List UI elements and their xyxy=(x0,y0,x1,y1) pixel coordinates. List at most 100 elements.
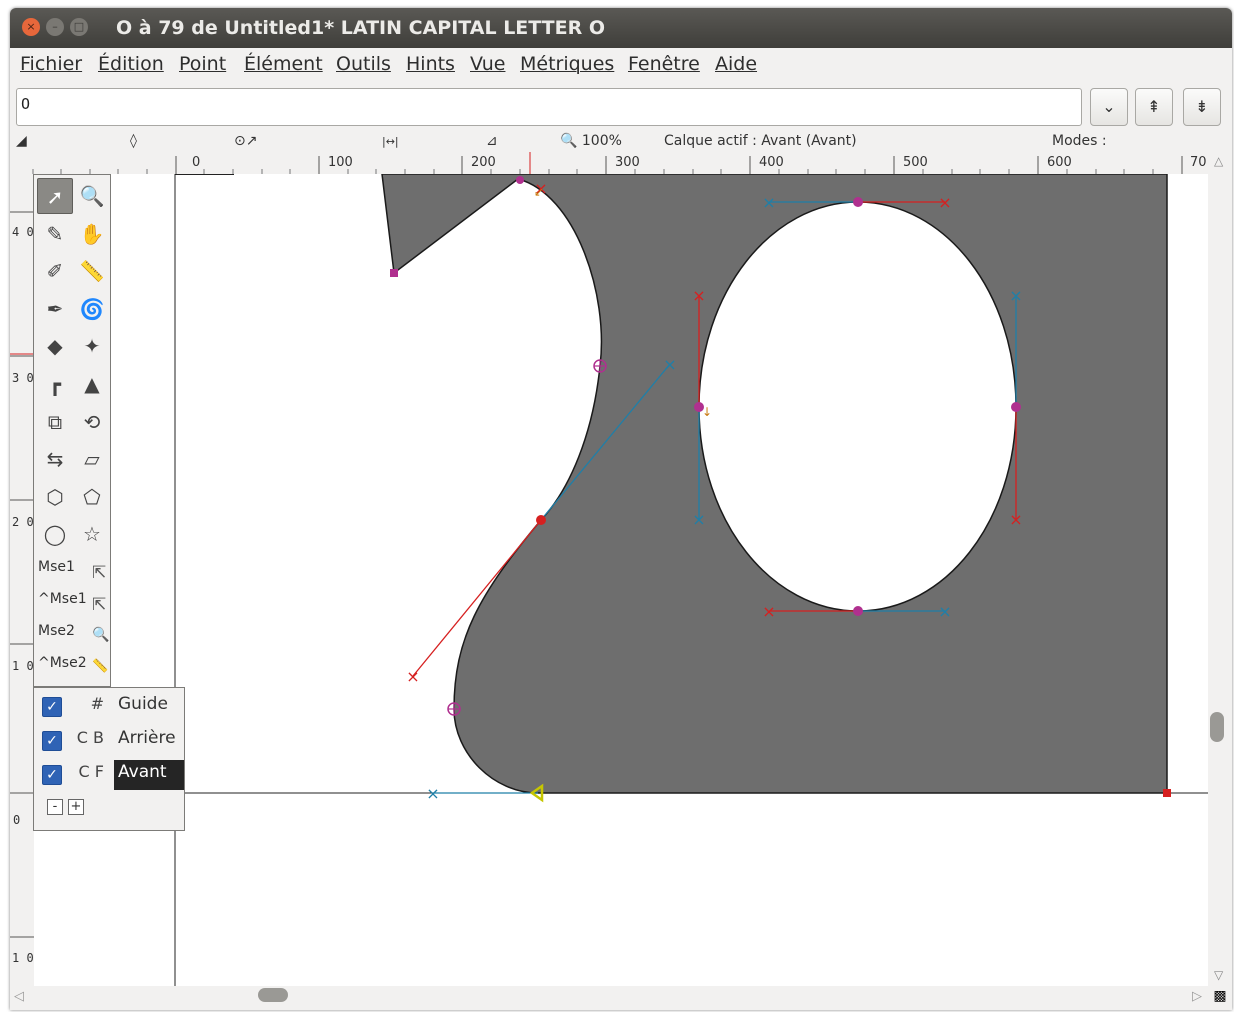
vruler-label-400: 4 0 0 xyxy=(12,225,34,239)
angle-icon: ⊿ xyxy=(486,133,498,149)
layer-name-active[interactable]: Avant xyxy=(114,760,184,790)
scale-icon[interactable]: ⧉ xyxy=(37,404,73,440)
horizontal-scrollbar[interactable]: ◁ ▷ xyxy=(10,986,1208,1010)
layer-name[interactable]: Guide xyxy=(114,692,172,722)
scroll-down-icon[interactable]: ▽ xyxy=(1214,968,1223,982)
svg-text:×: × xyxy=(938,193,951,212)
layer-name[interactable]: Arrière xyxy=(114,726,180,756)
horizontal-ruler-ticks: 0 100 200 300 400 500 600 70 xyxy=(32,152,1207,174)
ctrl-mouse2-ruler-icon: 📏 xyxy=(92,659,109,674)
menu-fenetre[interactable]: Fenêtre xyxy=(628,53,700,75)
glyph-dropdown-button[interactable]: ⌄ xyxy=(1090,88,1128,126)
glyph-name-input[interactable]: O xyxy=(16,88,1082,126)
vruler-label-300: 3 0 0 xyxy=(12,371,34,385)
menu-edition[interactable]: Édition xyxy=(98,53,164,75)
hruler-label-100: 100 xyxy=(328,155,353,170)
svg-text:×: × xyxy=(762,193,775,212)
3d-rotate-icon[interactable]: ⬡ xyxy=(37,479,73,515)
menu-hints[interactable]: Hints xyxy=(406,53,455,75)
close-window-button[interactable]: × xyxy=(22,18,40,36)
mouse2-magnify-icon: 🔍 xyxy=(92,627,110,643)
hruler-label-400: 400 xyxy=(759,155,784,170)
menu-point[interactable]: Point xyxy=(179,53,226,75)
menu-fichier[interactable]: Fichier xyxy=(20,53,82,75)
flip-icon[interactable]: ⇆ xyxy=(37,441,73,477)
layer-code: C F xyxy=(78,762,104,781)
maximize-window-button[interactable]: □ xyxy=(70,18,88,36)
glyph-outline-svg[interactable]: × × × × × × × × × × × × ↙ ↓ xyxy=(34,174,1208,986)
mouse2-label: Mse2 xyxy=(38,623,75,639)
layer-visible-checkbox[interactable]: ✓ xyxy=(42,765,62,785)
layer-code: # xyxy=(90,694,104,713)
title-bar: × – □ O à 79 de Untitled1* LATIN CAPITAL… xyxy=(10,8,1232,48)
ctrl-mouse1-label: ^Mse1 xyxy=(38,591,87,607)
star-icon[interactable]: ☆ xyxy=(74,516,110,552)
glyph-fill[interactable] xyxy=(381,174,1168,794)
hruler-label-600: 600 xyxy=(1047,155,1072,170)
scroll-right-icon[interactable]: ▷ xyxy=(1192,989,1202,1004)
curve-point-icon[interactable]: ◆ xyxy=(37,328,73,364)
scroll-up-icon[interactable]: △ xyxy=(1214,154,1223,168)
distance-icon: ⊙↗ xyxy=(234,133,258,149)
menu-aide[interactable]: Aide xyxy=(715,53,757,75)
svg-text:↓: ↓ xyxy=(702,405,712,419)
ruler-icon[interactable]: 📏 xyxy=(74,253,110,289)
ctrl-mouse1-pointer-icon: ⇱ xyxy=(92,595,107,615)
layer-row-avant[interactable]: ✓ C F Avant xyxy=(34,758,184,790)
add-layer-button[interactable]: + xyxy=(68,799,84,815)
menu-vue[interactable]: Vue xyxy=(470,53,505,75)
knife-icon[interactable]: ✐ xyxy=(37,253,73,289)
glyph-canvas[interactable]: × × × × × × × × × × × × ↙ ↓ xyxy=(34,174,1208,986)
tool-palette: ➚ 🔍 ✎ ✋ ✐ 📏 ✒ 🌀 ◆ ✦ ┏ ▲ ⧉ ⟲ ⇆ ▱ ⬡ ⬠ ◯ ☆ Mse1 ⇱ ^Mse1 ⇱ Mse2… xyxy=(33,174,111,687)
previous-glyph-button[interactable]: ⇞ xyxy=(1135,88,1173,126)
minimize-window-button[interactable]: – xyxy=(46,18,64,36)
nearest-point-icon: ◊ xyxy=(130,133,137,149)
vruler-label-0: 0 xyxy=(13,813,20,827)
menu-metriques[interactable]: Métriques xyxy=(520,53,614,75)
menu-element[interactable]: Élément xyxy=(244,53,323,75)
remove-layer-button[interactable]: - xyxy=(47,799,63,815)
svg-text:×: × xyxy=(692,286,705,305)
hv-curve-point-icon[interactable]: ✦ xyxy=(74,328,110,364)
hand-icon[interactable]: ✋ xyxy=(74,216,110,252)
mouse1-pointer-icon: ⇱ xyxy=(92,563,107,583)
menu-outils[interactable]: Outils xyxy=(336,53,391,75)
ellipse-icon[interactable]: ◯ xyxy=(37,516,73,552)
hruler-label-700: 70 xyxy=(1190,155,1207,170)
tangent-point-icon[interactable]: ▲ xyxy=(74,366,110,402)
vertical-scroll-thumb[interactable] xyxy=(1210,712,1224,742)
pencil-icon[interactable]: ✎ xyxy=(37,216,73,252)
ctrl-mouse2-label: ^Mse2 xyxy=(38,655,87,671)
skew-icon[interactable]: ▱ xyxy=(74,441,110,477)
window-title: O à 79 de Untitled1* LATIN CAPITAL LETTE… xyxy=(116,17,606,39)
corner-point-icon[interactable]: ┏ xyxy=(37,366,73,402)
horizontal-scroll-thumb[interactable] xyxy=(258,988,288,1002)
width-icon: |↔| xyxy=(382,135,399,148)
vertical-scrollbar[interactable]: △ ▽ xyxy=(1208,150,1232,986)
layer-row-arriere[interactable]: ✓ C B Arrière xyxy=(34,724,184,756)
layer-visible-checkbox[interactable]: ✓ xyxy=(42,697,62,717)
vruler-label-200: 2 0 0 xyxy=(12,515,34,529)
pointer-position-icon: ◢ xyxy=(16,133,27,149)
hruler-label-0: 0 xyxy=(192,155,200,170)
svg-text:×: × xyxy=(1009,510,1022,529)
resize-grip-icon[interactable]: ▩ xyxy=(1210,988,1230,1008)
perspective-icon[interactable]: ⬠ xyxy=(74,479,110,515)
layer-row-guide[interactable]: ✓ # Guide xyxy=(34,690,184,722)
layer-visible-checkbox[interactable]: ✓ xyxy=(42,731,62,751)
svg-text:×: × xyxy=(692,510,705,529)
vruler-label-minus-100: 1 0 0 xyxy=(12,951,34,965)
vertical-ruler-ticks: 4 0 0 3 0 0 2 0 0 1 0 0 0 1 0 0 xyxy=(10,211,48,965)
svg-text:×: × xyxy=(762,602,775,621)
fontforge-window: × – □ O à 79 de Untitled1* LATIN CAPITAL… xyxy=(10,8,1232,1010)
scroll-left-icon[interactable]: ◁ xyxy=(14,989,24,1004)
hruler-label-300: 300 xyxy=(615,155,640,170)
next-glyph-button[interactable]: ⇟ xyxy=(1183,88,1221,126)
svg-text:↙: ↙ xyxy=(534,185,544,199)
rotate-icon[interactable]: ⟲ xyxy=(74,404,110,440)
magnify-icon[interactable]: 🔍 xyxy=(74,178,110,214)
pointer-icon[interactable]: ➚ xyxy=(37,178,73,214)
pen-icon[interactable]: ✒ xyxy=(37,291,73,327)
spiral-icon[interactable]: 🌀 xyxy=(74,291,110,327)
active-layer-status: Calque actif : Avant (Avant) xyxy=(664,133,857,149)
